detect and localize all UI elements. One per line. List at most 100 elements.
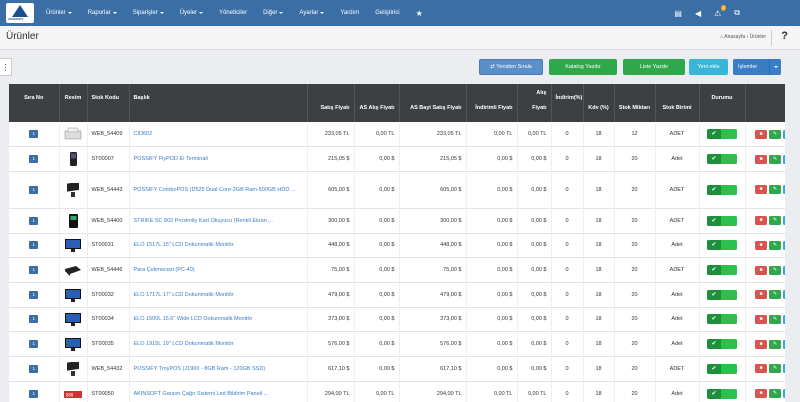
status-toggle[interactable]: ✔ (707, 289, 737, 300)
settings-button[interactable]: ⚙ (783, 265, 785, 275)
col-as-bayi[interactable]: AS Bayi Satış Fiyatı (399, 84, 467, 122)
settings-button[interactable]: ⚙ (783, 339, 785, 349)
col-satis[interactable]: Satış Fiyatı (307, 84, 355, 122)
breadcrumb-home[interactable]: Anasayfa (724, 34, 745, 40)
settings-button[interactable]: ⚙ (783, 216, 785, 226)
product-image[interactable]: 888 (64, 387, 82, 401)
delete-button[interactable]: ■ (755, 216, 767, 226)
edit-button[interactable]: ✎ (769, 389, 781, 399)
delete-button[interactable]: ■ (755, 185, 767, 195)
bell-icon[interactable]: ⚠ 2 (714, 4, 727, 18)
order-badge[interactable]: 1 (29, 155, 39, 164)
delete-button[interactable]: ■ (755, 129, 767, 139)
col-kdv[interactable]: Kdv (%) (583, 84, 615, 122)
delete-button[interactable]: ■ (755, 154, 767, 164)
col-stok-kodu[interactable]: Stok Kodu (87, 84, 130, 122)
order-badge[interactable]: 1 (29, 185, 39, 194)
delete-button[interactable]: ■ (755, 265, 767, 275)
edit-button[interactable]: ✎ (769, 314, 781, 324)
product-title-link[interactable]: STRIKE SC 802 Proximity Kart Okuyucu (Re… (129, 208, 308, 234)
settings-button[interactable]: ⚙ (783, 129, 785, 139)
settings-button[interactable]: ⚙ (783, 185, 785, 195)
product-title-link[interactable]: POSSIFY ComboPOS (D525 Dual Core-2GB Ram… (129, 171, 308, 209)
product-image[interactable] (64, 152, 82, 167)
col-as-alis[interactable]: AS Alış Fiyatı (354, 84, 400, 122)
product-title-link[interactable]: ELO 1717L 17" LCD Dokunmatik Monitör (129, 282, 308, 308)
status-toggle[interactable]: ✔ (707, 388, 737, 399)
nav-item-8[interactable]: Geliştirici (375, 10, 399, 16)
edit-button[interactable]: ✎ (769, 216, 781, 226)
nav-item-0[interactable]: Ürünler (46, 10, 72, 16)
order-badge[interactable]: 1 (29, 290, 39, 299)
col-baslik[interactable]: Başlık (129, 84, 308, 122)
col-indirim[interactable]: İndirim(%) (551, 84, 584, 122)
product-title-link[interactable]: Para Çekmecesi (PC-40) (129, 257, 308, 283)
status-toggle[interactable]: ✔ (707, 154, 737, 165)
product-title-link[interactable]: POSSIFY FlyPOD El Terminali (129, 146, 308, 172)
settings-button[interactable]: ⚙ (783, 290, 785, 300)
reorder-button[interactable]: ⇄ Yeniden Sırala (479, 59, 543, 75)
product-title-link[interactable]: ELO 1500L 15.6" Wide LCD Dokunmatik Moni… (129, 307, 308, 332)
product-image[interactable] (64, 360, 82, 376)
nav-item-1[interactable]: Raporlar (88, 10, 117, 16)
product-image[interactable] (64, 263, 82, 277)
delete-button[interactable]: ■ (755, 240, 767, 250)
external-link-icon[interactable]: ⧉ (734, 8, 740, 18)
edit-button[interactable]: ✎ (769, 129, 781, 139)
settings-button[interactable]: ⚙ (783, 314, 785, 324)
operations-dropdown[interactable]: İşlemler (733, 59, 781, 75)
edit-button[interactable]: ✎ (769, 154, 781, 164)
product-image[interactable] (64, 312, 82, 327)
product-image[interactable] (64, 181, 82, 197)
nav-item-3[interactable]: Üyeler (180, 10, 204, 16)
col-indirimli[interactable]: İndirimli Fiyatı (466, 84, 518, 122)
delete-button[interactable]: ■ (755, 364, 767, 374)
edit-button[interactable]: ✎ (769, 265, 781, 275)
help-icon[interactable]: ? (781, 30, 788, 42)
settings-button[interactable]: ⚙ (783, 154, 785, 164)
order-badge[interactable]: 1 (29, 266, 39, 275)
order-badge[interactable]: 1 (29, 389, 39, 398)
product-title-link[interactable]: AKINSOFT Garson Çağrı Sistemi Led Bildir… (129, 381, 308, 402)
delete-button[interactable]: ■ (755, 290, 767, 300)
add-new-button[interactable]: Yeni ekle (689, 59, 728, 75)
product-title-link[interactable]: ELO 1517L 15" LCD Dokunmatik Monitör (129, 233, 308, 258)
order-badge[interactable]: 1 (29, 130, 39, 139)
status-toggle[interactable]: ✔ (707, 363, 737, 374)
order-badge[interactable]: 1 (29, 315, 39, 324)
col-alis[interactable]: Alış Fiyatı (517, 84, 552, 122)
status-toggle[interactable]: ✔ (707, 339, 737, 350)
edit-button[interactable]: ✎ (769, 364, 781, 374)
nav-item-2[interactable]: Siparişler (133, 10, 164, 16)
sidebar-toggle-icon[interactable]: ⋮ (0, 58, 12, 76)
product-image[interactable] (64, 337, 82, 352)
order-badge[interactable]: 1 (29, 241, 39, 250)
edit-button[interactable]: ✎ (769, 240, 781, 250)
product-title-link[interactable]: CID602 (129, 122, 308, 147)
status-toggle[interactable]: ✔ (707, 184, 737, 195)
nav-item-4[interactable]: Yöneticiler (219, 10, 247, 16)
col-sira[interactable]: Sıra No (9, 84, 60, 122)
col-stok-miktari[interactable]: Stok Miktarı (614, 84, 656, 122)
nav-item-6[interactable]: Ayarlar (299, 10, 325, 16)
product-image[interactable] (64, 127, 82, 141)
status-toggle[interactable]: ✔ (707, 129, 737, 140)
list-print-button[interactable]: Liste Yazdır (623, 59, 685, 75)
edit-button[interactable]: ✎ (769, 290, 781, 300)
settings-button[interactable]: ⚙ (783, 240, 785, 250)
megaphone-icon[interactable]: ◀ (695, 9, 701, 18)
settings-button[interactable]: ⚙ (783, 389, 785, 399)
delete-button[interactable]: ■ (755, 339, 767, 349)
status-toggle[interactable]: ✔ (707, 265, 737, 276)
akinsoft-logo[interactable]: AKINSOFT (6, 3, 34, 23)
edit-button[interactable]: ✎ (769, 339, 781, 349)
catalog-print-button[interactable]: Katalog Yazdır (549, 59, 617, 75)
product-image[interactable] (64, 288, 82, 302)
delete-button[interactable]: ■ (755, 389, 767, 399)
col-stok-birimi[interactable]: Stok Birimi (655, 84, 700, 122)
product-title-link[interactable]: POSSIFY TroyPOS (J1900 - 8GB Ram - 120GB… (129, 356, 308, 382)
order-badge[interactable]: 1 (29, 364, 39, 373)
status-toggle[interactable]: ✔ (707, 215, 737, 226)
edit-button[interactable]: ✎ (769, 185, 781, 195)
order-badge[interactable]: 1 (29, 216, 39, 225)
